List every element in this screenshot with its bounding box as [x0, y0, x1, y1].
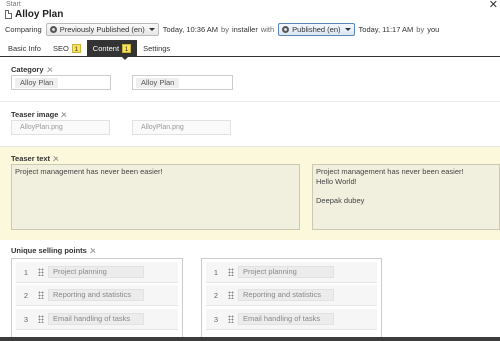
tab-label: SEO: [52, 43, 69, 53]
compare-bar: Comparing Previously Published (en) Toda…: [0, 20, 500, 39]
left-version-label: Previously Published (en): [59, 25, 145, 34]
item-text[interactable]: Reporting and statistics: [238, 289, 334, 301]
list-item[interactable]: 3 Email handling of tasks: [206, 309, 377, 330]
tab-label: Basic Info: [8, 43, 41, 53]
usp-list-right: 1 Project planning 2 Reporting and stati…: [201, 258, 382, 341]
category-field-right[interactable]: Alloy Plan: [132, 75, 233, 90]
tab-bar: Basic Info SEO 1 Content 1 Settings: [0, 40, 500, 57]
pin-icon[interactable]: [90, 248, 96, 254]
item-text[interactable]: Reporting and statistics: [48, 289, 144, 301]
teaser-image-section: Teaser image AlloyPlan.png AlloyPlan.png: [0, 102, 500, 147]
usp-label: Unique selling points: [11, 246, 96, 255]
left-time: Today, 10:36 AM: [162, 25, 219, 34]
section-label-text: Unique selling points: [11, 246, 87, 255]
teaser-image-label: Teaser image: [11, 110, 67, 119]
right-version-label: Published (en): [292, 25, 341, 34]
item-number: 2: [213, 290, 219, 300]
category-field-left[interactable]: Alloy Plan: [11, 75, 111, 90]
list-item[interactable]: 3 Email handling of tasks: [16, 309, 178, 330]
page-title: Alloy Plan: [15, 8, 64, 20]
drag-handle-icon[interactable]: [38, 315, 44, 323]
section-label-text: Teaser text: [11, 154, 51, 163]
teaser-image-field-left: AlloyPlan.png: [11, 120, 110, 135]
list-item[interactable]: 2 Reporting and statistics: [206, 285, 377, 306]
tab-label: Content: [92, 43, 120, 53]
teaser-image-filename: AlloyPlan.png: [141, 124, 184, 131]
pin-icon[interactable]: [61, 112, 67, 118]
bottom-bar: [0, 337, 500, 341]
chevron-down-icon: [148, 28, 155, 31]
teaser-image-filename: AlloyPlan.png: [20, 124, 63, 131]
category-chip: Alloy Plan: [136, 77, 180, 88]
version-icon: [282, 26, 290, 33]
tab-basic-info[interactable]: Basic Info: [2, 40, 47, 56]
tab-label: Settings: [143, 43, 171, 53]
document-icon: [5, 9, 12, 19]
tab-seo[interactable]: SEO 1: [47, 40, 87, 56]
change-count-badge: 1: [122, 43, 132, 53]
item-number: 1: [213, 267, 219, 277]
with-text: with: [260, 25, 275, 34]
item-number: 3: [213, 314, 219, 324]
category-label: Category: [11, 65, 53, 74]
item-number: 1: [23, 267, 29, 277]
category-chip: Alloy Plan: [15, 77, 59, 88]
item-text[interactable]: Email handling of tasks: [48, 313, 144, 325]
section-label-text: Category: [11, 65, 44, 74]
usp-list-left: 1 Project planning 2 Reporting and stati…: [11, 258, 183, 341]
pin-icon[interactable]: [53, 156, 59, 162]
teaser-text-label: Teaser text: [11, 154, 59, 163]
item-text[interactable]: Project planning: [48, 266, 144, 278]
right-time: Today, 11:17 AM: [358, 25, 414, 34]
section-label-text: Teaser image: [11, 110, 59, 119]
teaser-image-field-right: AlloyPlan.png: [132, 120, 231, 135]
page-header: Start Alloy Plan ✕: [0, 0, 500, 20]
list-item[interactable]: 1 Project planning: [206, 262, 377, 283]
category-section: Category Alloy Plan Alloy Plan: [0, 58, 500, 102]
by-text: by: [416, 25, 425, 34]
item-text[interactable]: Email handling of tasks: [238, 313, 334, 325]
left-author: installer: [231, 25, 258, 34]
item-text[interactable]: Project planning: [238, 266, 334, 278]
item-number: 3: [23, 314, 29, 324]
drag-handle-icon[interactable]: [228, 291, 234, 299]
by-text: by: [221, 25, 229, 34]
teaser-text-right[interactable]: Project management has never been easier…: [312, 164, 500, 230]
list-item[interactable]: 1 Project planning: [16, 262, 178, 283]
tab-settings[interactable]: Settings: [137, 40, 176, 56]
right-version-select[interactable]: Published (en): [278, 23, 355, 36]
close-button[interactable]: ✕: [489, 0, 498, 11]
drag-handle-icon[interactable]: [38, 268, 44, 276]
change-count-badge: 1: [71, 43, 81, 53]
item-number: 2: [23, 290, 29, 300]
right-author: you: [427, 25, 440, 34]
pin-icon[interactable]: [47, 67, 53, 73]
tab-content[interactable]: Content 1: [86, 40, 138, 56]
list-item[interactable]: 2 Reporting and statistics: [16, 285, 178, 306]
drag-handle-icon[interactable]: [228, 315, 234, 323]
version-icon: [49, 26, 57, 33]
comparing-label: Comparing: [5, 25, 42, 34]
drag-handle-icon[interactable]: [228, 268, 234, 276]
drag-handle-icon[interactable]: [38, 291, 44, 299]
chevron-down-icon: [344, 28, 351, 31]
left-version-select[interactable]: Previously Published (en): [45, 23, 159, 36]
title-row: Alloy Plan: [5, 8, 63, 20]
breadcrumb[interactable]: Start: [6, 1, 21, 8]
teaser-text-left[interactable]: Project management has never been easier…: [11, 164, 300, 230]
